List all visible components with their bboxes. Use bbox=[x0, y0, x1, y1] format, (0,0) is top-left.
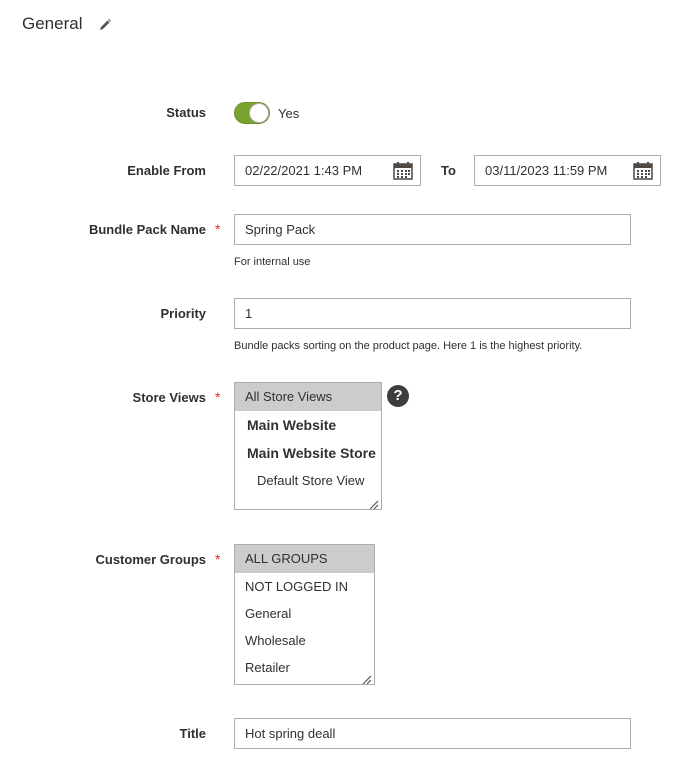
enable-to-value: 03/11/2023 11:59 PM bbox=[485, 163, 608, 178]
store-view-option[interactable]: All Store Views bbox=[235, 383, 381, 411]
enable-from-value: 02/22/2021 1:43 PM bbox=[245, 163, 363, 178]
status-value: Yes bbox=[278, 106, 300, 121]
store-view-option[interactable]: Default Store View bbox=[235, 467, 381, 495]
enable-to-input[interactable]: 03/11/2023 11:59 PM bbox=[474, 155, 661, 186]
bundle-name-value: Spring Pack bbox=[245, 222, 316, 237]
priority-note: Bundle packs sorting on the product page… bbox=[234, 340, 583, 352]
pencil-icon[interactable] bbox=[98, 17, 112, 31]
status-toggle[interactable] bbox=[234, 102, 270, 124]
required-asterisk: * bbox=[215, 389, 221, 405]
title-label: Title bbox=[179, 726, 207, 741]
store-views-label: Store Views bbox=[132, 390, 206, 405]
enable-from-input[interactable]: 02/22/2021 1:43 PM bbox=[234, 155, 421, 186]
resize-handle-icon[interactable] bbox=[369, 497, 379, 509]
priority-label: Priority bbox=[160, 306, 206, 321]
resize-handle-icon[interactable] bbox=[362, 672, 372, 684]
priority-value: 1 bbox=[245, 306, 253, 321]
section-header[interactable]: General bbox=[22, 14, 112, 34]
priority-input[interactable]: 1 bbox=[234, 298, 631, 329]
required-asterisk: * bbox=[215, 551, 221, 567]
calendar-icon[interactable] bbox=[393, 162, 413, 180]
title-value: Hot spring deall bbox=[245, 726, 336, 741]
enable-from-label: Enable From bbox=[127, 163, 206, 178]
customer-group-option[interactable]: NOT LOGGED IN bbox=[235, 573, 374, 600]
customer-group-option[interactable]: ALL GROUPS bbox=[235, 545, 374, 573]
store-view-group: Main Website bbox=[247, 417, 337, 433]
customer-group-option[interactable]: Retailer bbox=[235, 654, 374, 681]
customer-groups-label: Customer Groups bbox=[95, 552, 206, 567]
calendar-icon[interactable] bbox=[633, 162, 653, 180]
bundle-name-note: For internal use bbox=[234, 256, 311, 268]
store-view-group: Main Website Store bbox=[247, 445, 376, 461]
bundle-name-label: Bundle Pack Name bbox=[88, 222, 206, 237]
section-title: General bbox=[22, 14, 83, 33]
status-label: Status bbox=[166, 105, 206, 120]
customer-groups-select[interactable]: ALL GROUPS NOT LOGGED IN General Wholesa… bbox=[234, 544, 375, 685]
title-input[interactable]: Hot spring deall bbox=[234, 718, 631, 749]
store-views-select[interactable]: All Store Views Main Website Main Websit… bbox=[234, 382, 382, 510]
customer-group-option[interactable]: Wholesale bbox=[235, 627, 374, 654]
enable-to-label: To bbox=[441, 163, 456, 178]
toggle-knob bbox=[249, 103, 269, 123]
bundle-name-input[interactable]: Spring Pack bbox=[234, 214, 631, 245]
required-asterisk: * bbox=[215, 221, 221, 237]
help-icon[interactable]: ? bbox=[387, 385, 409, 407]
customer-group-option[interactable]: General bbox=[235, 600, 374, 627]
